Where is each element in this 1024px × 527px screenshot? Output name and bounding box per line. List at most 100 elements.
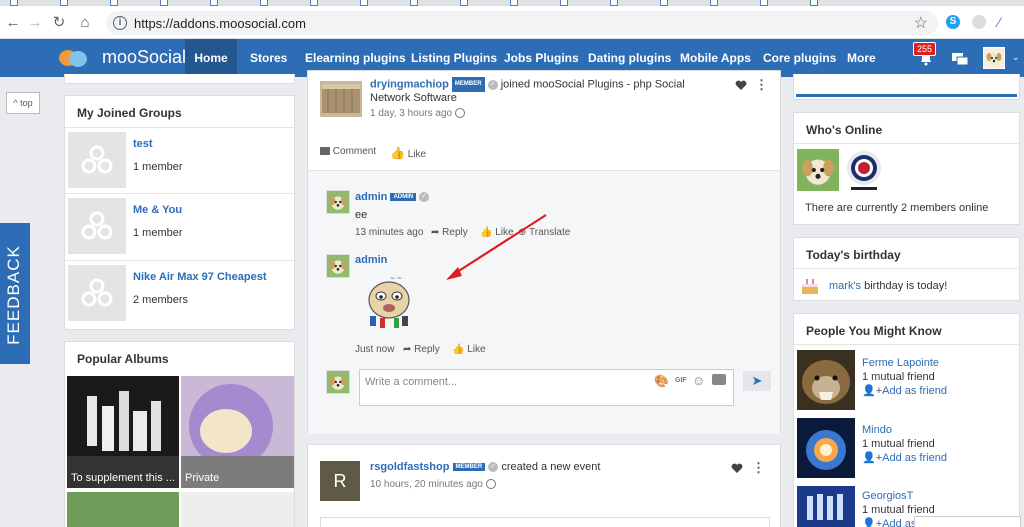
- group-item[interactable]: test 1 member: [65, 129, 295, 191]
- notification-count-badge[interactable]: 255: [913, 42, 937, 56]
- more-options-icon[interactable]: ⋮: [755, 77, 768, 93]
- group-name[interactable]: Me & You: [133, 204, 182, 216]
- nav-more[interactable]: More: [847, 39, 876, 77]
- add-friend-button[interactable]: 👤+Add as friend: [862, 384, 947, 397]
- suggested-user-avatar[interactable]: [797, 486, 855, 527]
- comment-button[interactable]: Comment: [320, 146, 376, 157]
- album-caption: To supplement this ...: [71, 472, 175, 484]
- logo-icon[interactable]: [58, 48, 88, 68]
- whos-online-card: Who's Online There are currently 2 membe…: [793, 112, 1020, 225]
- group-thumbnail[interactable]: [68, 198, 126, 254]
- sticker-image[interactable]: ~ ~: [360, 274, 418, 330]
- skype-extension-icon[interactable]: S: [946, 15, 960, 29]
- group-item[interactable]: Me & You 1 member: [65, 195, 295, 257]
- member-badge: MEMBER: [451, 77, 485, 92]
- emoji-icon[interactable]: ☺: [692, 373, 705, 388]
- comment-input[interactable]: Write a comment... 🎨 GIF ☺: [359, 369, 734, 406]
- pen-extension-icon[interactable]: ⁄: [998, 14, 1000, 30]
- group-member-count: 1 member: [133, 227, 183, 239]
- camera-icon[interactable]: [712, 374, 726, 385]
- post-time: 1 day, 3 hours ago: [370, 108, 453, 119]
- birthday-message: birthday is today!: [861, 280, 948, 292]
- chevron-down-icon[interactable]: ⌄: [1012, 52, 1020, 63]
- palette-icon[interactable]: 🎨: [654, 374, 669, 388]
- group-member-count: 2 members: [133, 294, 189, 306]
- group-placeholder-icon: [81, 278, 113, 307]
- chat-icon[interactable]: [951, 51, 969, 67]
- card-title: People You Might Know: [806, 324, 942, 338]
- comment-icon: [320, 147, 330, 156]
- post-action-text: created a new event: [501, 461, 601, 473]
- site-logo[interactable]: mooSocial: [102, 47, 186, 68]
- globe-icon: [485, 479, 496, 490]
- forward-icon[interactable]: →: [26, 14, 44, 32]
- suggested-user-name[interactable]: GeorgiosT: [862, 490, 913, 502]
- suggested-user-avatar[interactable]: [797, 418, 855, 478]
- group-thumbnail[interactable]: [68, 132, 126, 188]
- heart-icon[interactable]: [731, 463, 743, 474]
- birthday-user-link[interactable]: mark's: [829, 280, 861, 292]
- member-badge: MEMBER: [452, 463, 486, 472]
- post-author-name[interactable]: dryingmachiop: [370, 78, 449, 90]
- people-you-might-know-card: People You Might Know Ferme Lapointe 1 m…: [793, 313, 1021, 527]
- group-placeholder-icon: [81, 145, 113, 174]
- post-author-avatar[interactable]: [320, 81, 362, 117]
- info-icon[interactable]: i: [113, 16, 127, 30]
- reply-button[interactable]: ➦ Reply: [403, 344, 440, 355]
- verified-icon: ✓: [487, 79, 498, 90]
- album-thumbnail[interactable]: [181, 492, 294, 527]
- reload-icon[interactable]: ↻: [50, 14, 68, 32]
- home-icon[interactable]: ⌂: [76, 14, 94, 32]
- group-item[interactable]: Nike Air Max 97 Cheapest 2 members: [65, 262, 295, 324]
- back-to-top-button[interactable]: ^ top: [6, 92, 40, 114]
- group-name[interactable]: test: [133, 138, 153, 150]
- comment-header: admin: [355, 254, 387, 266]
- comment-input-placeholder: Write a comment...: [365, 376, 458, 388]
- suggested-user-name[interactable]: Ferme Lapointe: [862, 357, 939, 369]
- online-user-avatar[interactable]: [797, 149, 839, 191]
- extension-icon[interactable]: [972, 15, 986, 29]
- suggested-user-name[interactable]: Mindo: [862, 424, 892, 436]
- group-thumbnail[interactable]: [68, 265, 126, 321]
- chat-bar[interactable]: [914, 516, 1021, 527]
- album-thumbnail[interactable]: [67, 492, 179, 527]
- current-user-avatar[interactable]: [326, 370, 350, 394]
- add-friend-label: Add as friend: [882, 385, 947, 397]
- album-thumbnail[interactable]: To supplement this ...: [67, 376, 179, 488]
- like-button[interactable]: 👍 Like: [452, 344, 486, 355]
- nav-home[interactable]: Home: [185, 39, 237, 77]
- send-button[interactable]: ➤: [743, 371, 771, 391]
- more-options-icon[interactable]: ⋮: [752, 460, 765, 476]
- add-friend-button[interactable]: 👤+Add as friend: [862, 451, 947, 464]
- add-friend-button[interactable]: 👤+Add as: [862, 517, 916, 527]
- group-name[interactable]: Nike Air Max 97 Cheapest: [133, 271, 266, 283]
- bookmark-star-icon[interactable]: ☆: [914, 13, 928, 33]
- album-caption: Private: [185, 472, 220, 484]
- post-author-avatar[interactable]: R: [320, 461, 360, 501]
- online-user-avatar[interactable]: [843, 149, 885, 191]
- heart-icon[interactable]: [735, 80, 747, 91]
- post-author-name[interactable]: rsgoldfastshop: [370, 461, 449, 473]
- gif-button[interactable]: GIF: [675, 377, 687, 384]
- like-button[interactable]: 👍 Like: [390, 146, 426, 160]
- post-timestamp[interactable]: 1 day, 3 hours ago: [370, 108, 465, 119]
- address-bar[interactable]: i https://addons.moosocial.com ☆: [106, 11, 938, 35]
- back-icon[interactable]: ←: [4, 14, 22, 32]
- birthday-text: mark's birthday is today!: [829, 280, 947, 292]
- event-preview[interactable]: [320, 517, 770, 527]
- comment-author-name[interactable]: admin: [355, 254, 387, 266]
- comment-author-avatar[interactable]: [326, 254, 350, 278]
- feedback-tab[interactable]: FEEDBACK: [0, 223, 30, 364]
- suggested-user-avatar[interactable]: [797, 350, 855, 410]
- user-avatar[interactable]: [983, 47, 1005, 69]
- my-joined-groups-card: My Joined Groups test 1 member Me & You …: [64, 95, 295, 330]
- progress-bar: [796, 94, 1017, 97]
- comment-label: Comment: [332, 146, 377, 157]
- post-timestamp[interactable]: 10 hours, 20 minutes ago: [370, 479, 496, 490]
- comment-author-name[interactable]: admin: [355, 191, 387, 203]
- nav-stores[interactable]: Stores: [250, 39, 287, 77]
- comment-author-avatar[interactable]: [326, 190, 350, 214]
- add-user-icon: 👤+: [862, 385, 883, 397]
- album-thumbnail[interactable]: Private: [181, 376, 294, 488]
- add-friend-label: Add as: [882, 518, 917, 527]
